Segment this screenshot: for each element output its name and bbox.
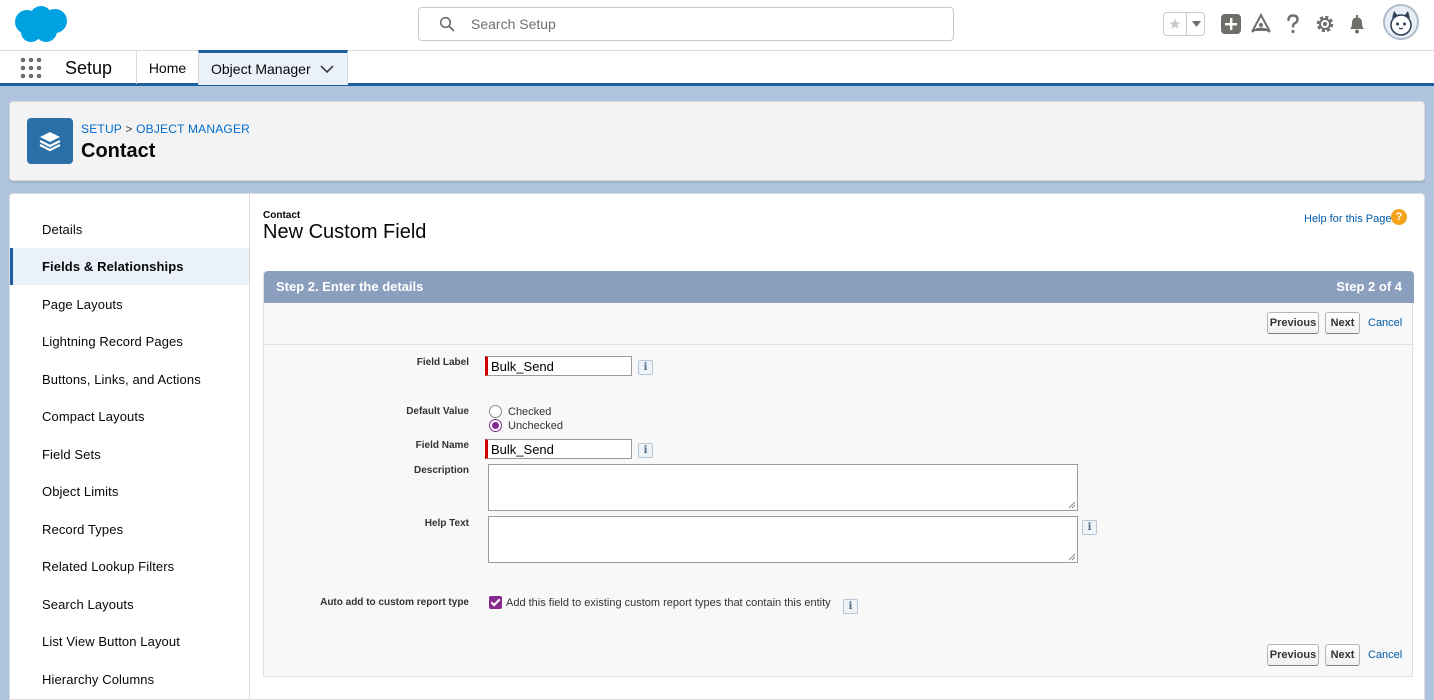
tab-home[interactable]: Home (136, 51, 198, 84)
chevron-down-icon[interactable] (320, 64, 334, 74)
favorites-menu-button[interactable] (1188, 13, 1205, 35)
help-text-textarea[interactable] (488, 516, 1078, 563)
object-label: Contact (263, 210, 301, 221)
section-divider (264, 344, 1414, 345)
help-for-this-page-link[interactable]: Help for this Page (1304, 213, 1391, 225)
global-header: ★ (0, 0, 1434, 50)
sidebar-item-fields-relationships[interactable]: Fields & Relationships (10, 248, 249, 285)
avatar[interactable] (1383, 4, 1419, 40)
tab-object-manager-label: Object Manager (211, 61, 311, 77)
step-title: Step 2. Enter the details (276, 279, 424, 294)
content-area: Contact New Custom Field Help for this P… (250, 194, 1424, 699)
search-box[interactable] (418, 7, 954, 41)
sidebar-item-page-layouts[interactable]: Page Layouts (10, 286, 249, 323)
user-avatar-icon (1390, 11, 1412, 36)
breadcrumb: SETUP > OBJECT MANAGER (81, 122, 250, 136)
resize-grip-icon[interactable] (1068, 501, 1076, 509)
auto-add-checkbox[interactable] (489, 596, 502, 609)
radio-checked-label: Checked (508, 405, 552, 418)
object-manager-stack-icon (27, 118, 73, 164)
breadcrumb-separator: > (125, 122, 133, 136)
step-section: Step 2. Enter the details Step 2 of 4 Pr… (263, 271, 1414, 677)
context-bar: Setup Home Object Manager (0, 50, 1434, 86)
default-value-checked-option[interactable]: Checked (489, 405, 551, 418)
field-name-input[interactable] (485, 439, 632, 459)
next-button-bottom[interactable]: Next (1325, 644, 1360, 666)
step-count: Step 2 of 4 (1336, 279, 1402, 294)
global-actions-plus-icon[interactable] (1220, 13, 1242, 35)
help-text-label: Help Text (424, 518, 469, 529)
description-label: Description (413, 465, 469, 476)
sidebar-item-details[interactable]: Details (10, 211, 249, 248)
trailhead-icon[interactable] (1250, 13, 1272, 35)
chevron-down-icon (1192, 21, 1201, 27)
app-name: Setup (65, 58, 113, 78)
object-sidebar: Details Fields & Relationships Page Layo… (10, 194, 250, 699)
auto-add-checkbox-row[interactable]: Add this field to existing custom report… (489, 596, 831, 609)
page-header: SETUP > OBJECT MANAGER Contact (9, 101, 1425, 181)
previous-button-bottom[interactable]: Previous (1267, 644, 1319, 666)
auto-add-report-type-label: Auto add to custom report type (320, 597, 469, 608)
bell-icon[interactable] (1346, 13, 1368, 35)
search-input[interactable] (471, 14, 931, 34)
field-name-label: Field Name (415, 440, 469, 451)
field-label-label: Field Label (416, 357, 469, 368)
default-value-label: Default Value (406, 406, 469, 417)
sidebar-item-list-view-button-layout[interactable]: List View Button Layout (10, 623, 249, 660)
search-icon (439, 16, 455, 32)
radio-unchecked-label: Unchecked (508, 419, 564, 432)
sidebar-item-buttons-links-actions[interactable]: Buttons, Links, and Actions (10, 361, 249, 398)
radio-checked[interactable] (489, 405, 502, 418)
radio-unchecked[interactable] (489, 419, 502, 432)
main-panel: Details Fields & Relationships Page Layo… (9, 193, 1425, 700)
field-name-info-icon[interactable]: i (638, 443, 653, 458)
auto-add-checkbox-label: Add this field to existing custom report… (506, 596, 831, 609)
form-title: New Custom Field (263, 221, 427, 243)
breadcrumb-setup[interactable]: SETUP (81, 122, 122, 136)
auto-add-info-icon[interactable]: i (843, 599, 858, 614)
tab-object-manager[interactable]: Object Manager (198, 50, 348, 85)
cancel-link-bottom[interactable]: Cancel (1368, 649, 1402, 661)
sidebar-item-compact-layouts[interactable]: Compact Layouts (10, 398, 249, 435)
app-launcher-icon[interactable] (20, 57, 42, 79)
sidebar-item-object-limits[interactable]: Object Limits (10, 473, 249, 510)
sidebar-item-related-lookup-filters[interactable]: Related Lookup Filters (10, 548, 249, 585)
favorites-star-icon[interactable]: ★ (1164, 13, 1187, 35)
description-textarea[interactable] (488, 464, 1078, 511)
step-header: Step 2. Enter the details Step 2 of 4 (264, 271, 1414, 303)
favorites-control[interactable]: ★ (1163, 12, 1205, 36)
next-button-top[interactable]: Next (1325, 312, 1360, 334)
sidebar-item-lightning-record-pages[interactable]: Lightning Record Pages (10, 323, 249, 360)
sidebar-item-hierarchy-columns[interactable]: Hierarchy Columns (10, 661, 249, 698)
sidebar-item-field-sets[interactable]: Field Sets (10, 436, 249, 473)
field-label-input[interactable] (485, 356, 632, 376)
page-title: Contact (81, 140, 156, 162)
previous-button-top[interactable]: Previous (1267, 312, 1319, 334)
gear-icon[interactable] (1314, 13, 1336, 35)
resize-grip-icon[interactable] (1068, 553, 1076, 561)
field-label-info-icon[interactable]: i (638, 360, 653, 375)
cancel-link-top[interactable]: Cancel (1368, 317, 1402, 329)
help-text-info-icon[interactable]: i (1082, 520, 1097, 535)
salesforce-logo[interactable] (12, 5, 70, 45)
default-value-unchecked-option[interactable]: Unchecked (489, 419, 563, 432)
sidebar-item-search-layouts[interactable]: Search Layouts (10, 586, 249, 623)
help-question-icon[interactable]: ? (1391, 209, 1407, 225)
help-icon[interactable] (1282, 13, 1304, 35)
breadcrumb-object-manager[interactable]: OBJECT MANAGER (136, 122, 250, 136)
sidebar-item-record-types[interactable]: Record Types (10, 511, 249, 548)
